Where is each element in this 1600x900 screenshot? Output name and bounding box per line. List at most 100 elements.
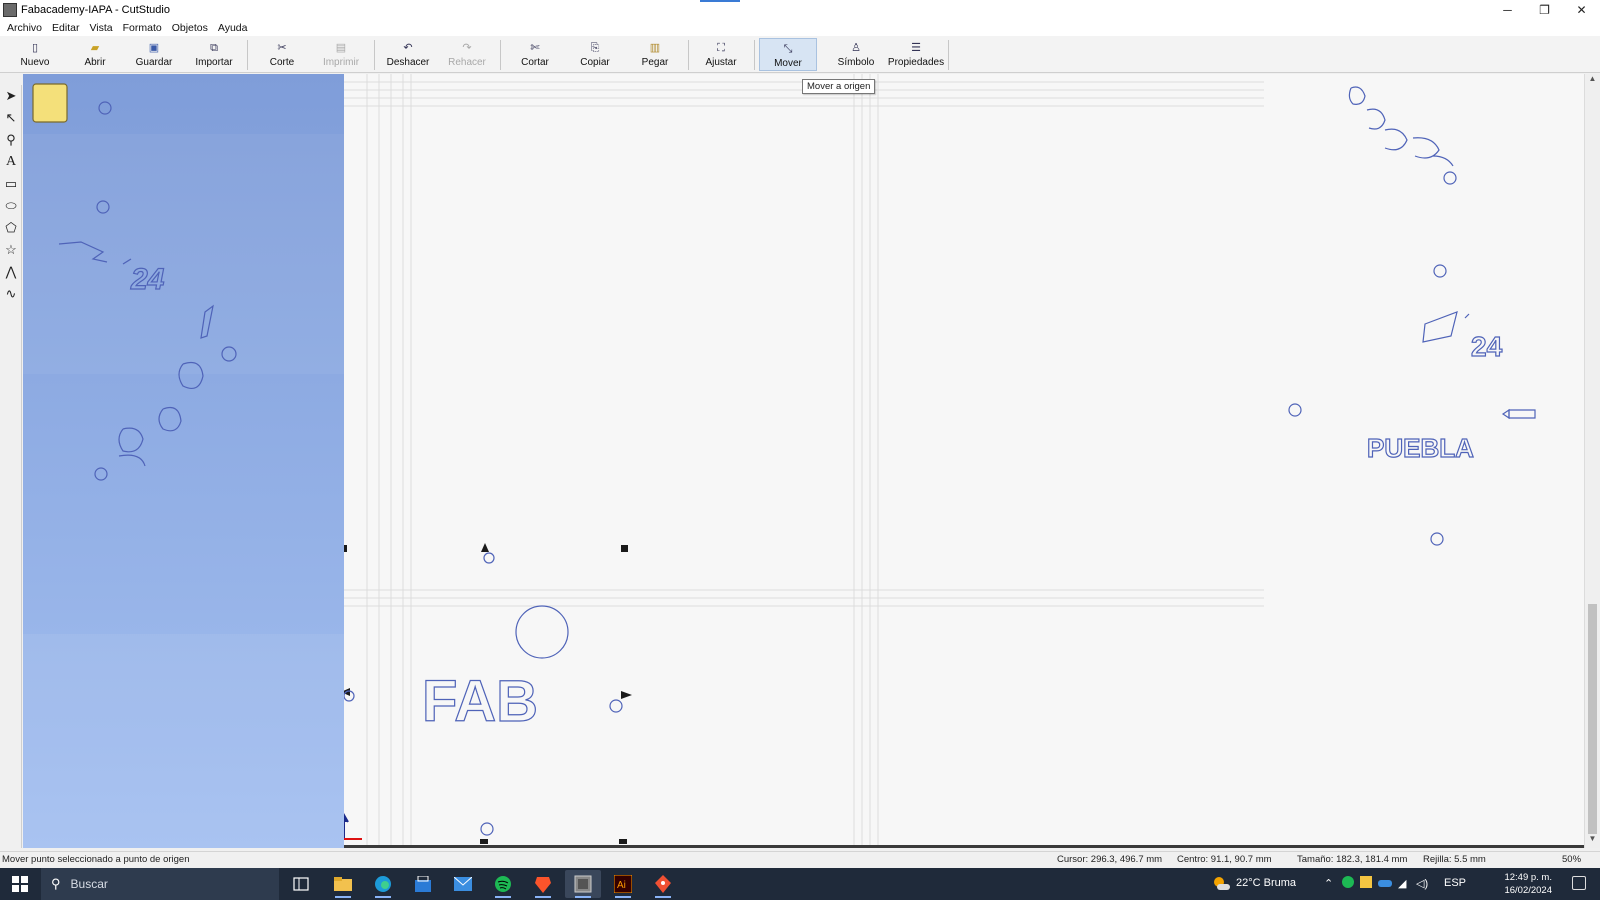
toolbar-separator (754, 40, 755, 70)
menu-vista[interactable]: Vista (84, 22, 117, 34)
workspace[interactable]: 24 FAB 24 PUEBLA (23, 74, 1584, 848)
polygon-tool-icon[interactable]: ⬠ (0, 217, 22, 239)
window-controls: ─ ❐ ✕ (1489, 0, 1600, 20)
right-offsheet-shapes[interactable]: 24 PUEBLA (1245, 74, 1584, 848)
scissors-icon: ✄ (530, 42, 540, 54)
edit-points-tool-icon[interactable]: ↖ (0, 107, 22, 129)
save-button[interactable]: ▣ Guardar (133, 38, 175, 71)
spotify-icon[interactable] (485, 870, 521, 898)
open-button[interactable]: ▰ Abrir (75, 38, 115, 71)
status-zoom: 50% (1562, 854, 1582, 865)
search-placeholder: Buscar (70, 877, 108, 891)
printer-icon: ▤ (335, 42, 347, 54)
printer-cartridge-graphic (32, 83, 68, 123)
minimize-button[interactable]: ─ (1489, 0, 1526, 20)
cutstudio-app-icon (3, 3, 17, 17)
cutstudio-taskbar-icon[interactable] (565, 870, 601, 898)
symbol-icon: ♙ (851, 42, 861, 54)
git-app-icon[interactable] (645, 870, 681, 898)
properties-button[interactable]: ☰ Propiedades (887, 38, 945, 71)
toolbar-separator (374, 40, 375, 70)
text-24-right: 24 (1471, 331, 1503, 362)
paste-icon: ▥ (649, 42, 661, 54)
chevron-up-icon[interactable]: ⌃ (1324, 877, 1333, 890)
rectangle-tool-icon[interactable]: ▭ (0, 173, 22, 195)
menu-editar[interactable]: Editar (47, 22, 84, 34)
redo-icon: ↷ (462, 42, 472, 54)
tray-app-icon[interactable] (1360, 876, 1372, 891)
text-tool-icon[interactable]: A (0, 151, 22, 173)
scroll-up-icon[interactable]: ▲ (1585, 74, 1600, 88)
folder-open-icon: ▰ (90, 42, 100, 54)
redo-button[interactable]: ↷ Rehacer (445, 38, 489, 71)
status-size: Tamaño: 182.3, 181.4 mm (1297, 854, 1408, 865)
onedrive-icon[interactable] (1378, 877, 1392, 890)
cut-button[interactable]: ✄ Cortar (515, 38, 555, 71)
clock-time: 12:49 p. m. (1504, 872, 1552, 883)
spotify-tray-icon[interactable] (1342, 876, 1354, 891)
text-fab[interactable]: FAB (421, 668, 538, 734)
title-accent (700, 0, 740, 2)
menu-archivo[interactable]: Archivo (2, 22, 47, 34)
cut-job-button[interactable]: ✂ Corte (262, 38, 302, 71)
task-view-icon[interactable] (283, 870, 319, 898)
illustrator-icon[interactable]: Ai (605, 870, 641, 898)
left-offsheet-shapes[interactable]: 24 (23, 74, 353, 848)
cutter-icon: ✂ (277, 42, 287, 54)
move-button[interactable]: ⤡ Mover (759, 38, 817, 71)
new-button[interactable]: ▯ Nuevo (15, 38, 55, 71)
text-24-left: 24 (130, 263, 165, 296)
menu-objetos[interactable]: Objetos (167, 22, 213, 34)
undo-button[interactable]: ↶ Deshacer (385, 38, 431, 71)
ellipse-tool-icon[interactable]: ⬭ (0, 195, 22, 217)
restore-button[interactable]: ❐ (1526, 0, 1563, 20)
clock[interactable]: 12:49 p. m. 16/02/2024 (1504, 871, 1552, 897)
import-button[interactable]: ⧉ Importar (192, 38, 236, 71)
close-button[interactable]: ✕ (1563, 0, 1600, 20)
menu-ayuda[interactable]: Ayuda (213, 22, 253, 34)
select-tool-icon[interactable]: ➤ (0, 85, 22, 107)
windows-logo-icon (12, 876, 28, 892)
text-puebla: PUEBLA (1367, 433, 1474, 463)
polyline-tool-icon[interactable]: ⋀ (0, 261, 22, 283)
taskbar-search[interactable]: ⚲ Buscar (41, 868, 279, 900)
print-button[interactable]: ▤ Imprimir (318, 38, 364, 71)
fit-button[interactable]: ⛶ Ajustar (700, 38, 742, 71)
import-icon: ⧉ (210, 42, 218, 54)
curve-tool-icon[interactable]: ∿ (0, 283, 22, 305)
brave-icon[interactable] (525, 870, 561, 898)
volume-icon[interactable]: ◁) (1416, 877, 1428, 890)
scroll-down-icon[interactable]: ▼ (1585, 834, 1600, 848)
notifications-icon[interactable] (1572, 876, 1586, 890)
undo-icon: ↶ (403, 42, 413, 54)
weather-text[interactable]: 22°C Bruma (1236, 877, 1296, 889)
title-bar: Fabacademy-IAPA - CutStudio ─ ❐ ✕ (0, 0, 1600, 20)
zoom-tool-icon[interactable]: ⚲ (0, 129, 22, 151)
edge-icon[interactable] (365, 870, 401, 898)
origin-arrows (344, 812, 349, 839)
mail-icon[interactable] (445, 870, 481, 898)
svg-text:Ai: Ai (617, 880, 626, 891)
move-tooltip: Mover a origen (802, 79, 876, 94)
fit-icon: ⛶ (717, 42, 725, 54)
scroll-thumb[interactable] (1588, 604, 1597, 834)
save-icon: ▣ (148, 42, 160, 54)
language-indicator[interactable]: ESP (1444, 877, 1466, 889)
paste-button[interactable]: ▥ Pegar (635, 38, 675, 71)
tool-palette: ➤ ↖ ⚲ A ▭ ⬭ ⬠ ☆ ⋀ ∿ (0, 85, 22, 848)
copy-icon: ⎘ (590, 42, 600, 54)
wifi-icon[interactable]: ◢ (1398, 877, 1406, 890)
menu-formato[interactable]: Formato (118, 22, 167, 34)
start-button[interactable] (0, 868, 40, 900)
search-icon: ⚲ (51, 876, 61, 891)
copy-button[interactable]: ⎘ Copiar (575, 38, 615, 71)
status-cursor: Cursor: 296.3, 496.7 mm (1057, 854, 1163, 865)
main-toolbar: ▯ Nuevo ▰ Abrir ▣ Guardar ⧉ Importar ✂ C… (0, 36, 1600, 73)
file-explorer-icon[interactable] (325, 870, 361, 898)
star-tool-icon[interactable]: ☆ (0, 239, 22, 261)
vertical-scrollbar[interactable]: ▲ ▼ (1584, 74, 1600, 848)
symbol-button[interactable]: ♙ Símbolo (833, 38, 879, 71)
weather-icon[interactable] (1212, 875, 1230, 894)
status-message: Mover punto seleccionado a punto de orig… (2, 854, 190, 865)
store-icon[interactable] (405, 870, 441, 898)
